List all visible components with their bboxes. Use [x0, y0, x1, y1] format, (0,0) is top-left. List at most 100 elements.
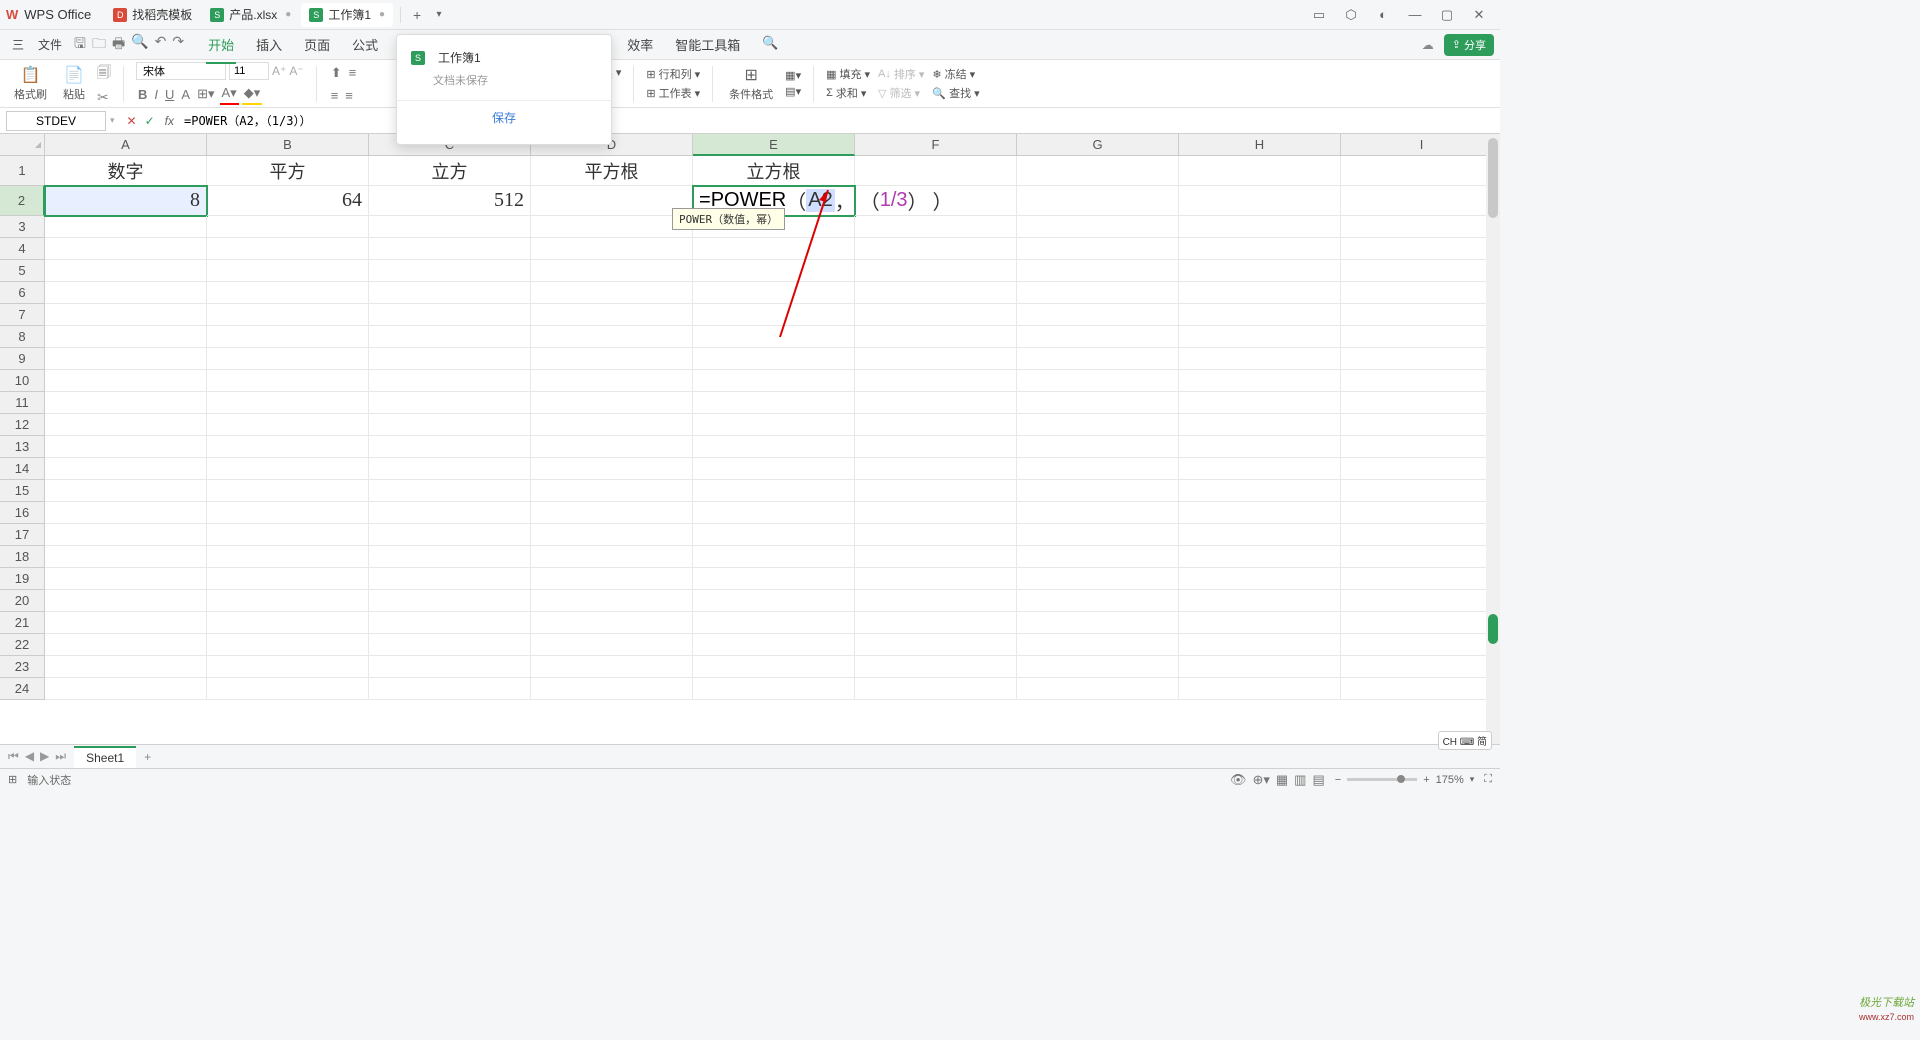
- cell-I3[interactable]: [1341, 216, 1500, 238]
- cell-G21[interactable]: [1017, 612, 1179, 634]
- cell-D1[interactable]: 平方根: [531, 156, 693, 186]
- cell-F15[interactable]: [855, 480, 1017, 502]
- redo-icon[interactable]: ↷: [172, 33, 184, 57]
- cell-E7[interactable]: [693, 304, 855, 326]
- cell-E11[interactable]: [693, 392, 855, 414]
- cell-B10[interactable]: [207, 370, 369, 392]
- col-header-F[interactable]: F: [855, 134, 1017, 156]
- cell-E1[interactable]: 立方根: [693, 156, 855, 186]
- cell-B16[interactable]: [207, 502, 369, 524]
- cell-B2[interactable]: 64: [207, 186, 369, 216]
- cell-D14[interactable]: [531, 458, 693, 480]
- cell-D6[interactable]: [531, 282, 693, 304]
- cell-D2[interactable]: [531, 186, 693, 216]
- fill-button[interactable]: ▦ 填充▾: [826, 66, 870, 82]
- cell-G7[interactable]: [1017, 304, 1179, 326]
- row-header-23[interactable]: 23: [0, 656, 45, 678]
- cell-G15[interactable]: [1017, 480, 1179, 502]
- cloud-icon[interactable]: ☁: [1422, 38, 1434, 52]
- cell-D22[interactable]: [531, 634, 693, 656]
- cell-B3[interactable]: [207, 216, 369, 238]
- cell-I22[interactable]: [1341, 634, 1500, 656]
- cell-F4[interactable]: [855, 238, 1017, 260]
- bold-icon[interactable]: B: [136, 85, 149, 104]
- cell-F17[interactable]: [855, 524, 1017, 546]
- row-header-7[interactable]: 7: [0, 304, 45, 326]
- decrease-font-icon[interactable]: A⁻: [289, 64, 303, 78]
- doc-tab-product[interactable]: S 产品.xlsx ●: [202, 3, 299, 27]
- cell-C12[interactable]: [369, 414, 531, 436]
- cell-C9[interactable]: [369, 348, 531, 370]
- cell-H9[interactable]: [1179, 348, 1341, 370]
- cell-I16[interactable]: [1341, 502, 1500, 524]
- row-header-5[interactable]: 5: [0, 260, 45, 282]
- first-sheet-icon[interactable]: ⏮: [6, 749, 21, 764]
- cell-D20[interactable]: [531, 590, 693, 612]
- cell-A21[interactable]: [45, 612, 207, 634]
- cell-E9[interactable]: [693, 348, 855, 370]
- cell-F2[interactable]: [855, 186, 1017, 216]
- strike-icon[interactable]: A: [179, 85, 192, 104]
- fx-icon[interactable]: fx: [165, 114, 174, 128]
- cell-G12[interactable]: [1017, 414, 1179, 436]
- cell-I6[interactable]: [1341, 282, 1500, 304]
- cell-F11[interactable]: [855, 392, 1017, 414]
- cell-G17[interactable]: [1017, 524, 1179, 546]
- zoom-control[interactable]: − + 175% ▾: [1335, 774, 1475, 786]
- row-header-14[interactable]: 14: [0, 458, 45, 480]
- cell-B4[interactable]: [207, 238, 369, 260]
- cell-C17[interactable]: [369, 524, 531, 546]
- row-header-13[interactable]: 13: [0, 436, 45, 458]
- select-all-corner[interactable]: [0, 134, 45, 156]
- row-header-6[interactable]: 6: [0, 282, 45, 304]
- cell-A9[interactable]: [45, 348, 207, 370]
- cell-I7[interactable]: [1341, 304, 1500, 326]
- cell-B12[interactable]: [207, 414, 369, 436]
- toolbox-icon[interactable]: ▭: [1310, 7, 1328, 23]
- cell-H1[interactable]: [1179, 156, 1341, 186]
- cell-F19[interactable]: [855, 568, 1017, 590]
- cell-E20[interactable]: [693, 590, 855, 612]
- tab-insert[interactable]: 插入: [254, 31, 284, 58]
- maximize-button[interactable]: ▢: [1438, 7, 1456, 23]
- sheet-tab-sheet1[interactable]: Sheet1: [74, 746, 136, 768]
- row-header-11[interactable]: 11: [0, 392, 45, 414]
- avatar-icon[interactable]: ◐: [1374, 7, 1392, 23]
- cell-H21[interactable]: [1179, 612, 1341, 634]
- cell-B15[interactable]: [207, 480, 369, 502]
- cut-icon[interactable]: ✂: [97, 89, 111, 106]
- col-header-B[interactable]: B: [207, 134, 369, 156]
- row-header-18[interactable]: 18: [0, 546, 45, 568]
- cell-I15[interactable]: [1341, 480, 1500, 502]
- cell-B21[interactable]: [207, 612, 369, 634]
- cell-D12[interactable]: [531, 414, 693, 436]
- save-icon[interactable]: 🖫: [74, 33, 86, 57]
- cell-E12[interactable]: [693, 414, 855, 436]
- tab-efficiency[interactable]: 效率: [625, 31, 655, 58]
- col-header-H[interactable]: H: [1179, 134, 1341, 156]
- popup-save-button[interactable]: 保存: [397, 100, 611, 134]
- cell-G24[interactable]: [1017, 678, 1179, 700]
- cell-F22[interactable]: [855, 634, 1017, 656]
- cell-C23[interactable]: [369, 656, 531, 678]
- cell-D11[interactable]: [531, 392, 693, 414]
- cell-G5[interactable]: [1017, 260, 1179, 282]
- normal-view-icon[interactable]: ▦: [1276, 772, 1288, 788]
- cell-F7[interactable]: [855, 304, 1017, 326]
- cell-B8[interactable]: [207, 326, 369, 348]
- cell-I4[interactable]: [1341, 238, 1500, 260]
- tab-menu-button[interactable]: ▾: [428, 4, 450, 26]
- cell-C15[interactable]: [369, 480, 531, 502]
- cell-C20[interactable]: [369, 590, 531, 612]
- cell-G18[interactable]: [1017, 546, 1179, 568]
- row-header-2[interactable]: 2: [0, 186, 45, 216]
- row-header-20[interactable]: 20: [0, 590, 45, 612]
- cell-H22[interactable]: [1179, 634, 1341, 656]
- cell-A20[interactable]: [45, 590, 207, 612]
- row-header-3[interactable]: 3: [0, 216, 45, 238]
- cell-A12[interactable]: [45, 414, 207, 436]
- file-menu[interactable]: 文件: [32, 32, 68, 57]
- cell-A6[interactable]: [45, 282, 207, 304]
- cell-B9[interactable]: [207, 348, 369, 370]
- row-header-9[interactable]: 9: [0, 348, 45, 370]
